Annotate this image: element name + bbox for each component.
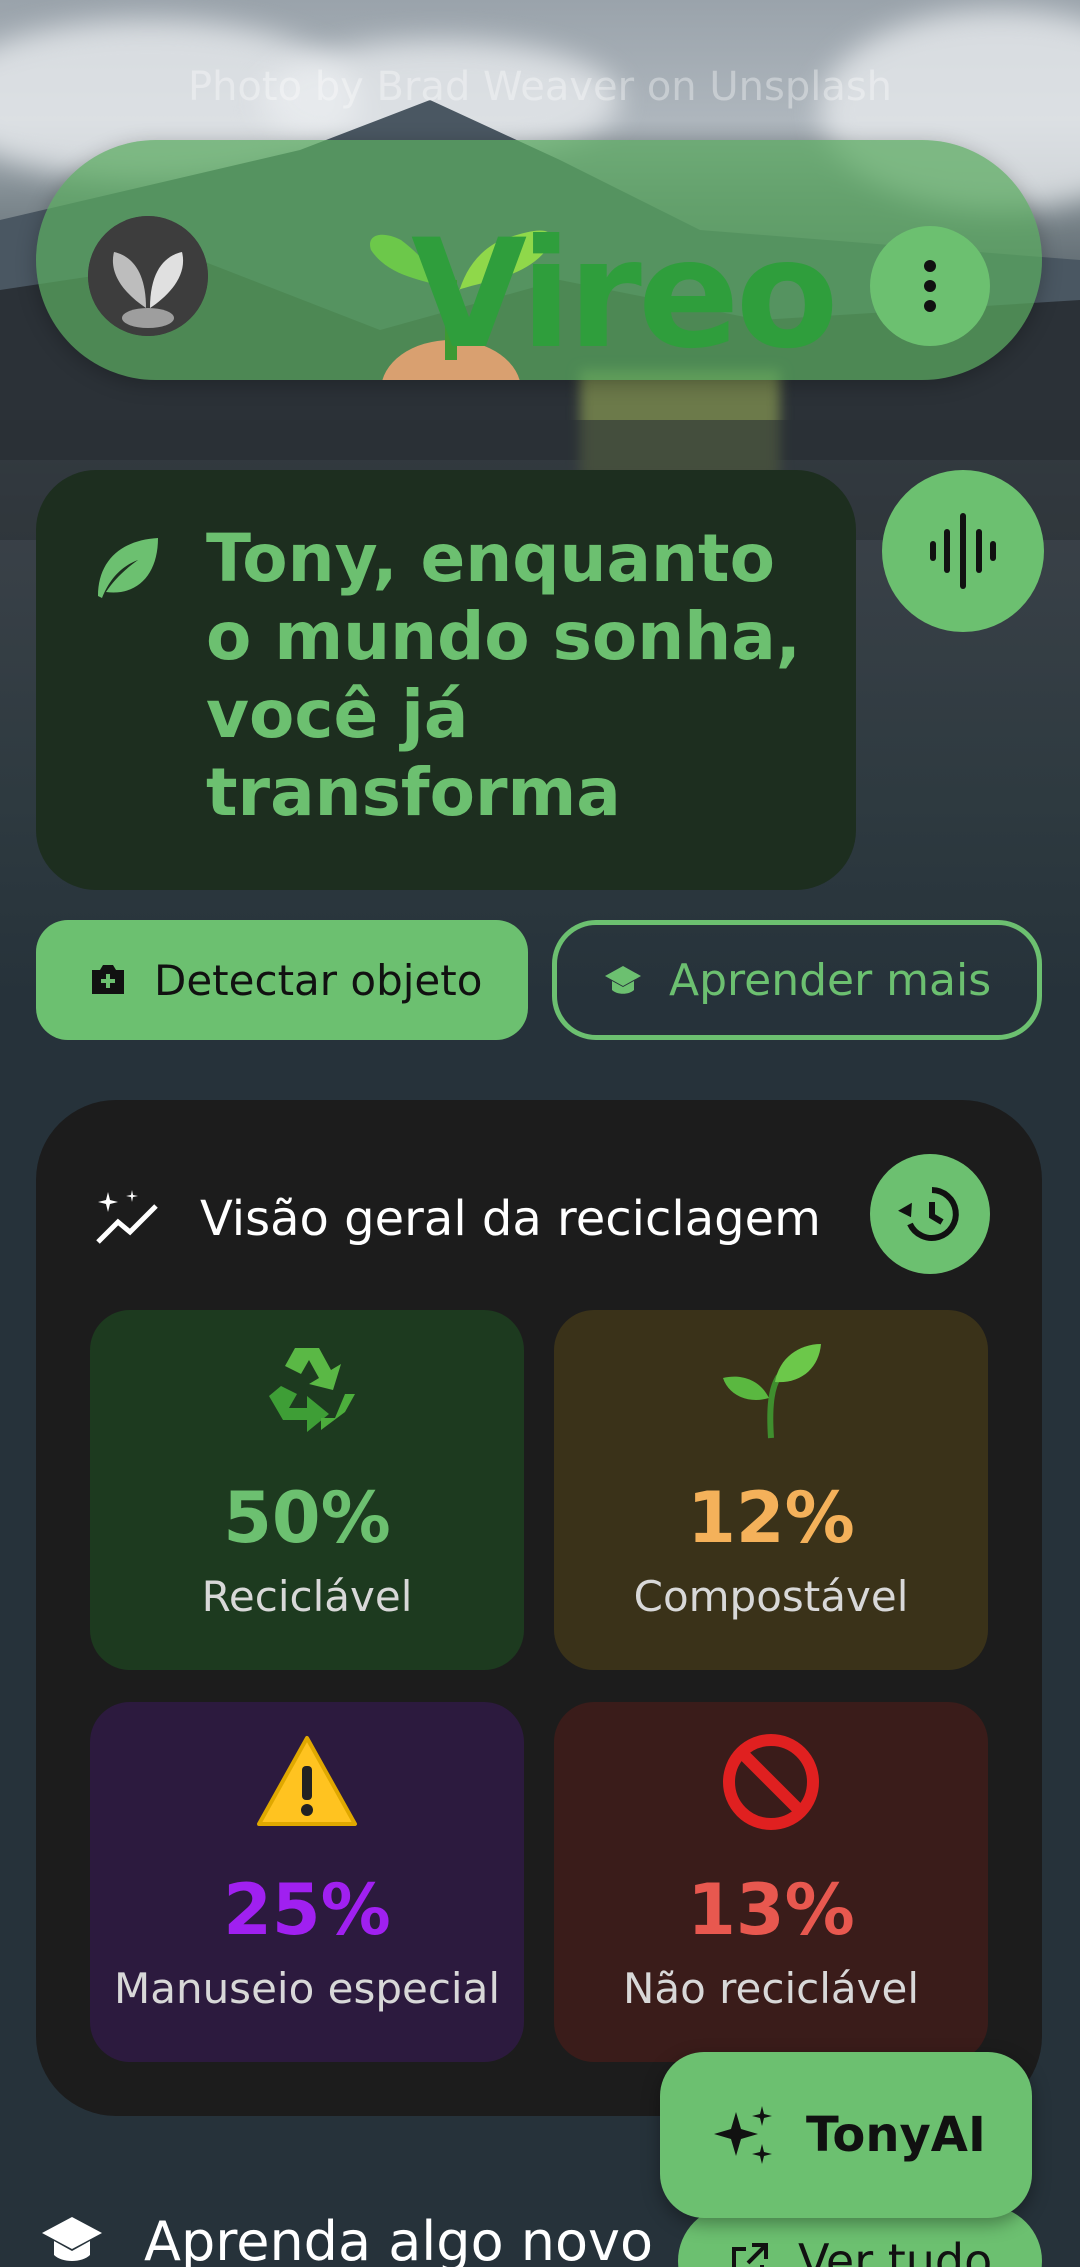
learn-more-label: Aprender mais <box>669 954 992 1006</box>
recycle-emoji <box>269 1348 355 1432</box>
photo-credit: Photo by Brad Weaver on Unsplash <box>187 64 893 110</box>
stat-recyclable-label: Reciclável <box>201 1572 413 1621</box>
stat-non-recyclable[interactable]: 13% Não reciclável <box>554 1702 988 2062</box>
sparkles-icon <box>714 2106 772 2164</box>
learn-more-button[interactable]: Aprender mais <box>552 920 1042 1040</box>
avatar[interactable] <box>88 216 208 336</box>
warning-emoji <box>257 1736 357 1826</box>
greeting-card: Tony, enquanto o mundo sonha, você já tr… <box>36 470 856 890</box>
stat-recyclable[interactable]: 50% Reciclável <box>90 1310 524 1670</box>
graduation-cap-icon <box>42 2217 102 2261</box>
history-button[interactable] <box>870 1154 990 1274</box>
open-external-icon <box>732 2243 768 2267</box>
stat-special-handling-value: 25% <box>223 1869 391 1951</box>
detect-object-button[interactable]: Detectar objeto <box>36 920 528 1040</box>
voice-button[interactable] <box>882 470 1044 632</box>
overview-title: Visão geral da reciclagem <box>200 1191 821 1247</box>
more-vert-icon <box>924 260 936 312</box>
greeting-text: Tony, enquanto o mundo sonha, você já tr… <box>206 520 801 831</box>
tony-ai-label: TonyAI <box>806 2107 986 2163</box>
stat-special-handling[interactable]: 25% Manuseio especial <box>90 1702 524 2062</box>
stat-compostable-label: Compostável <box>633 1572 909 1621</box>
prohibited-emoji <box>723 1734 819 1830</box>
stat-non-recyclable-value: 13% <box>687 1869 855 1951</box>
stat-special-handling-label: Manuseio especial <box>113 1964 501 2013</box>
sparkle-trend-icon <box>96 1190 158 1244</box>
see-all-label: Ver tudo <box>798 2234 993 2267</box>
more-menu-button[interactable] <box>870 226 990 346</box>
stat-compostable[interactable]: 12% Compostável <box>554 1310 988 1670</box>
recycling-overview-card: Visão geral da reciclagem 50% Reciclável… <box>36 1100 1042 2116</box>
camera-add-icon <box>92 965 124 994</box>
stat-non-recyclable-label: Não reciclável <box>622 1964 919 2013</box>
voice-wave-icon <box>930 513 996 589</box>
logo-text: Vireo <box>411 208 839 382</box>
leaf-icon <box>98 538 158 598</box>
seedling-emoji <box>723 1344 821 1439</box>
vireo-logo: Vireo <box>341 180 839 380</box>
sprout-avatar-icon <box>88 216 208 336</box>
tony-ai-fab[interactable]: TonyAI <box>660 2052 1032 2218</box>
learn-section-title: Aprenda algo novo <box>144 2209 654 2267</box>
stat-compostable-value: 12% <box>687 1477 855 1559</box>
history-icon <box>898 1187 959 1241</box>
learn-section-header: Aprenda algo novo <box>40 2206 653 2267</box>
detect-object-label: Detectar objeto <box>154 955 483 1005</box>
stat-recyclable-value: 50% <box>223 1477 391 1559</box>
graduation-cap-icon <box>605 966 641 994</box>
top-app-bar: Vireo <box>36 140 1042 380</box>
